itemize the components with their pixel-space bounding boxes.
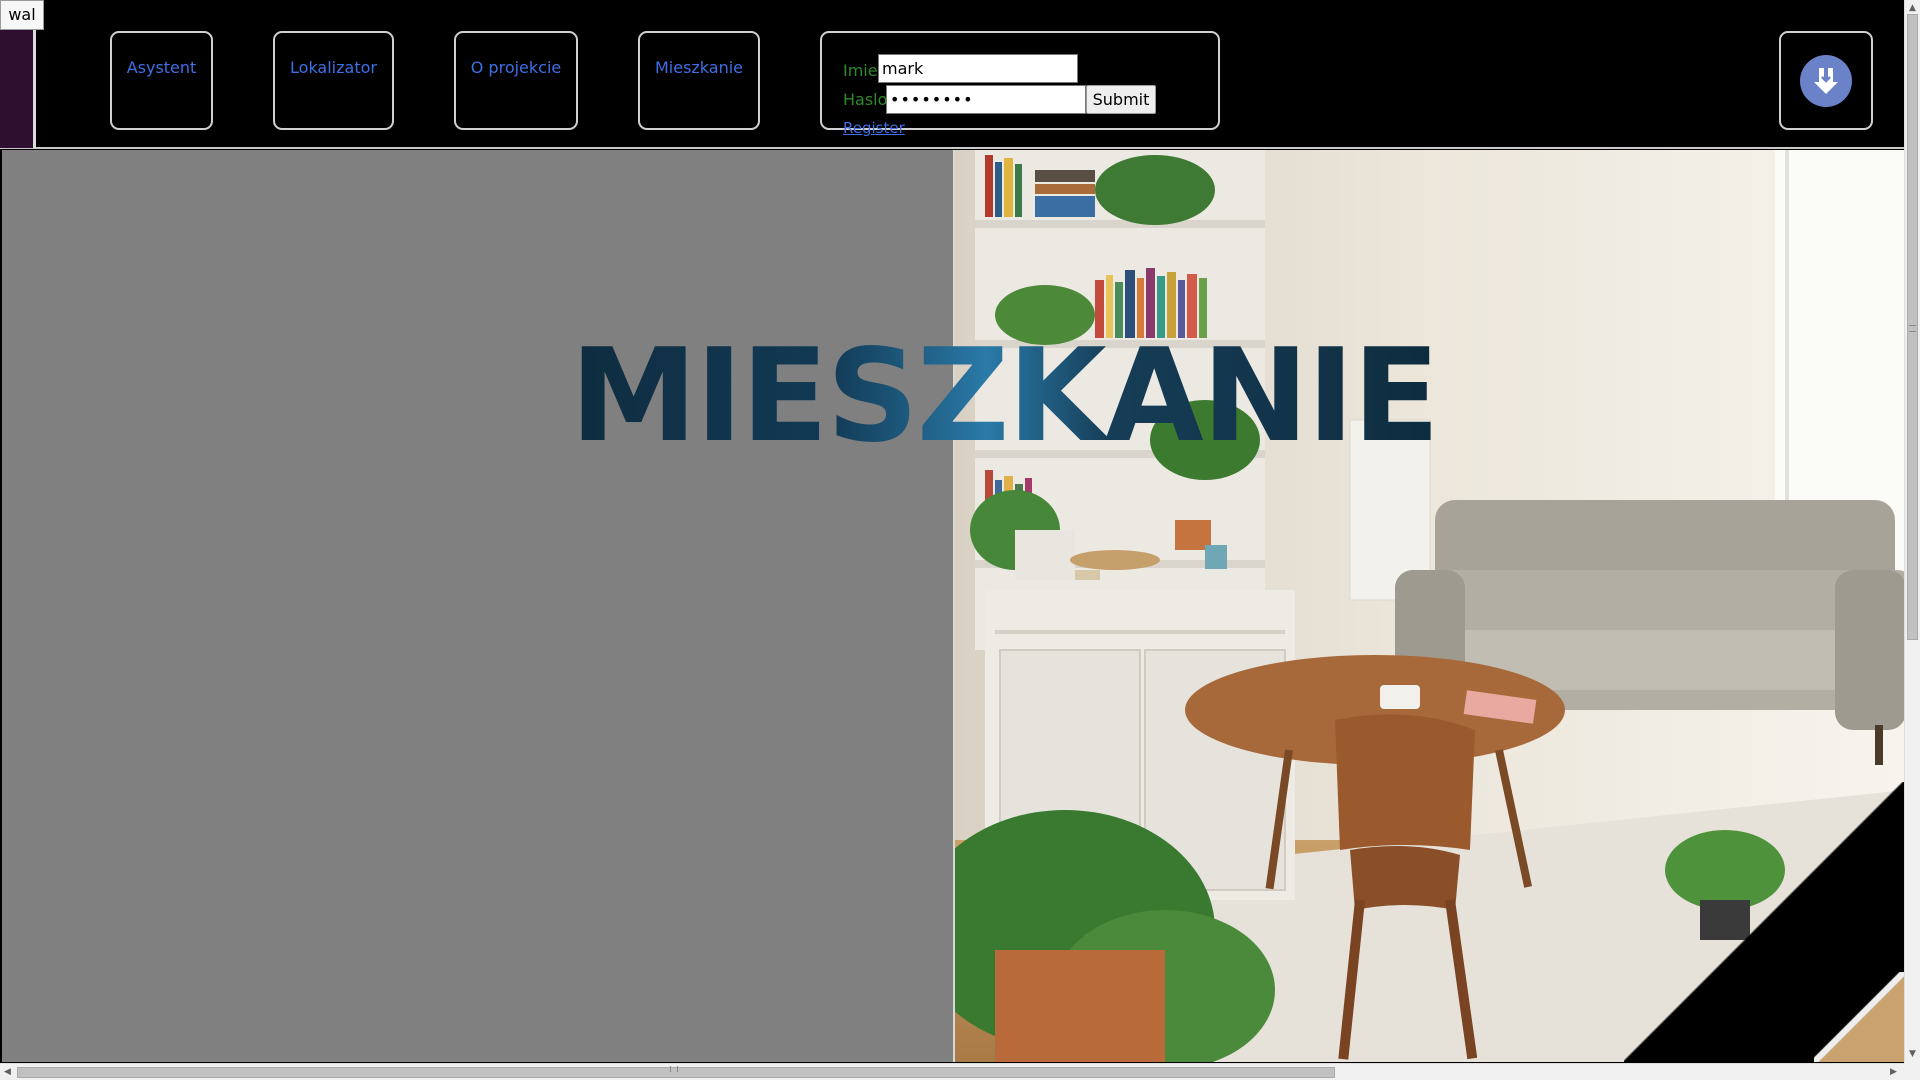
vertical-grip-icon [1909,325,1916,332]
living-room-photo [953,150,1904,1062]
nav-lokalizator-label: Lokalizator [290,58,377,77]
user-avatar-button[interactable] [1779,31,1873,130]
corner-stripe [1814,972,1904,1062]
password-input[interactable] [886,85,1086,114]
scroll-left-arrow-icon[interactable]: ◀ [4,1066,11,1078]
vertical-scrollbar[interactable]: ▲ ▼ [1904,0,1920,1063]
nav-lokalizator-button[interactable]: Lokalizator [273,31,394,130]
nav-o-projekcie-label: O projekcie [470,58,562,77]
name-input[interactable] [878,54,1078,83]
top-header: Asystent Lokalizator O projekcie Mieszka… [0,0,1904,149]
download-shield-icon [1800,55,1852,107]
nav-asystent-label: Asystent [126,58,197,77]
login-form: Imie Haslo Submit Register [820,31,1220,137]
scroll-right-arrow-icon[interactable]: ▶ [1890,1066,1897,1078]
nav-o-projekcie-button[interactable]: O projekcie [454,31,578,130]
scroll-down-arrow-icon[interactable]: ▼ [1909,1048,1916,1060]
scrollbar-corner [1904,1063,1920,1080]
password-label: Haslo [843,90,888,109]
left-gray-panel [2,150,953,1062]
nav-mieszkanie-label: Mieszkanie [654,58,744,77]
scroll-up-arrow-icon[interactable]: ▲ [1909,2,1916,14]
register-link[interactable]: Register [843,119,905,137]
nav-mieszkanie-button[interactable]: Mieszkanie [638,31,760,130]
wal-button[interactable]: wal [0,0,44,30]
hero-title: MIESZKANIE [570,322,1440,471]
nav-asystent-button[interactable]: Asystent [110,31,213,130]
horizontal-scrollbar[interactable]: ◀ ▶ [0,1063,1904,1080]
side-strip [0,30,36,148]
horizontal-grip-icon [670,1066,678,1072]
name-label: Imie [843,61,878,80]
submit-button[interactable]: Submit [1086,85,1156,114]
